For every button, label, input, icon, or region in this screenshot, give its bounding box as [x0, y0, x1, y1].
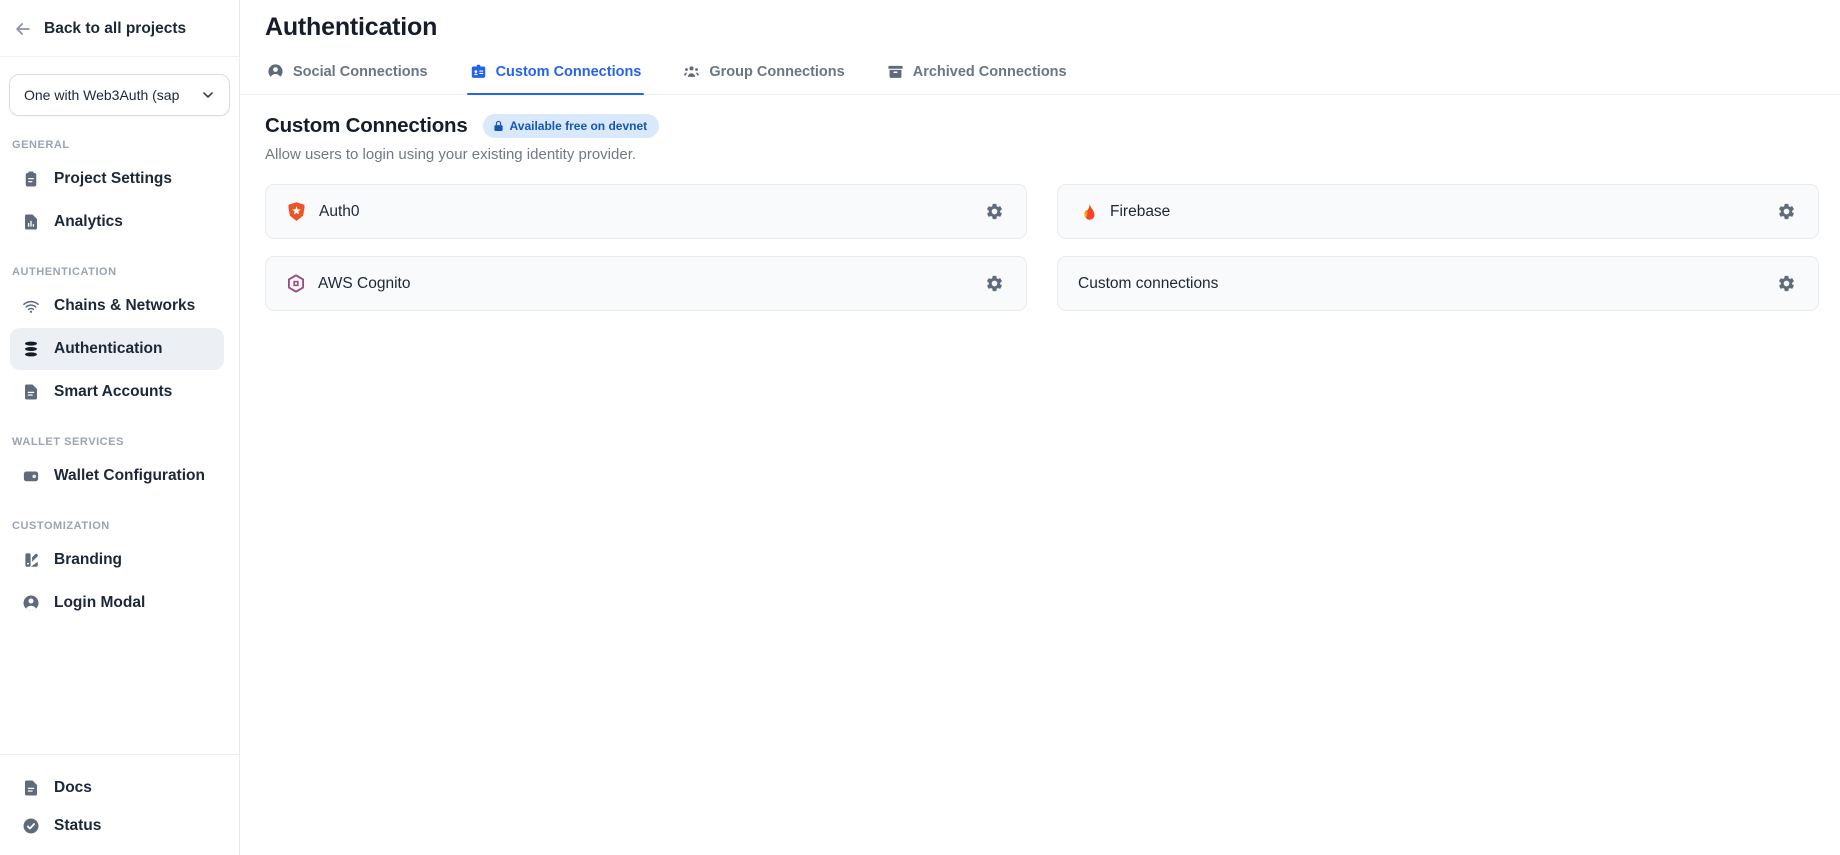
check-circle-icon: [22, 817, 40, 835]
tab-custom-connections[interactable]: Custom Connections: [468, 57, 644, 94]
tab-group-connections[interactable]: Group Connections: [681, 57, 846, 94]
tab-archived-connections[interactable]: Archived Connections: [885, 57, 1069, 94]
sidebar-item-wallet-configuration[interactable]: Wallet Configuration: [10, 455, 224, 497]
sidebar-item-analytics[interactable]: Analytics: [10, 201, 224, 243]
gear-icon: [985, 202, 1004, 221]
auth0-logo: [286, 201, 307, 222]
sidebar-item-login-modal[interactable]: Login Modal: [10, 582, 224, 624]
gear-icon: [1777, 202, 1796, 221]
firebase-logo: [1078, 201, 1098, 222]
custom-connections-settings-button[interactable]: [1775, 272, 1798, 295]
aws-cognito-logo: [286, 273, 306, 294]
document-icon: [22, 383, 40, 401]
sidebar-item-chains-networks[interactable]: Chains & Networks: [10, 285, 224, 327]
project-selector-value: One with Web3Auth (sap: [24, 87, 179, 103]
archive-box-icon: [887, 63, 904, 80]
lock-icon: [493, 120, 504, 132]
wallet-icon: [22, 467, 40, 485]
auth0-settings-button[interactable]: [983, 200, 1006, 223]
card-auth0[interactable]: Auth0: [265, 184, 1027, 239]
main-content: Authentication Social Connections Custom…: [240, 0, 1840, 855]
sidebar-item-authentication[interactable]: Authentication: [10, 328, 224, 370]
id-badge-icon: [470, 63, 487, 80]
card-aws-cognito[interactable]: AWS Cognito: [265, 256, 1027, 311]
sidebar-nav: GENERAL Project Settings Analytics AUTHE…: [0, 116, 239, 754]
user-circle-icon: [267, 63, 284, 80]
database-icon: [22, 340, 40, 358]
sidebar-item-docs[interactable]: Docs: [10, 769, 224, 806]
gear-icon: [985, 274, 1004, 293]
connections-tabbar: Social Connections Custom Connections Gr…: [240, 57, 1840, 95]
section-label-customization: CUSTOMIZATION: [12, 520, 227, 532]
card-firebase[interactable]: Firebase: [1057, 184, 1819, 239]
document-icon: [22, 779, 40, 797]
section-heading: Custom Connections: [265, 114, 468, 138]
custom-connections-header: Custom Connections Available free on dev…: [265, 114, 1815, 138]
back-label: Back to all projects: [44, 20, 186, 38]
gear-icon: [1777, 274, 1796, 293]
firebase-settings-button[interactable]: [1775, 200, 1798, 223]
sidebar-item-status[interactable]: Status: [10, 807, 224, 844]
sidebar-item-project-settings[interactable]: Project Settings: [10, 158, 224, 200]
section-label-authentication: AUTHENTICATION: [12, 266, 227, 278]
tab-social-connections[interactable]: Social Connections: [265, 57, 430, 94]
group-icon: [683, 63, 700, 80]
chevron-down-icon: [200, 87, 216, 103]
wifi-icon: [22, 297, 40, 315]
project-selector-dropdown[interactable]: One with Web3Auth (sap: [9, 74, 230, 116]
section-description: Allow users to login using your existing…: [265, 146, 1815, 163]
sidebar-footer: Docs Status: [0, 754, 239, 855]
sidebar-item-branding[interactable]: Branding: [10, 539, 224, 581]
analytics-doc-icon: [22, 213, 40, 231]
sidebar-item-smart-accounts[interactable]: Smart Accounts: [10, 371, 224, 413]
page-title: Authentication: [265, 13, 1840, 42]
clipboard-icon: [22, 170, 40, 188]
connection-cards-grid: Auth0 Firebase AWS Cognito: [265, 184, 1819, 311]
user-circle-icon: [22, 594, 40, 612]
swatch-icon: [22, 551, 40, 569]
section-label-general: GENERAL: [12, 139, 227, 151]
devnet-badge: Available free on devnet: [483, 114, 660, 138]
back-to-projects-link[interactable]: Back to all projects: [0, 0, 239, 57]
card-custom-connections[interactable]: Custom connections: [1057, 256, 1819, 311]
arrow-left-icon: [13, 19, 33, 39]
aws-cognito-settings-button[interactable]: [983, 272, 1006, 295]
sidebar: Back to all projects One with Web3Auth (…: [0, 0, 240, 855]
section-label-wallet-services: WALLET SERVICES: [12, 436, 227, 448]
